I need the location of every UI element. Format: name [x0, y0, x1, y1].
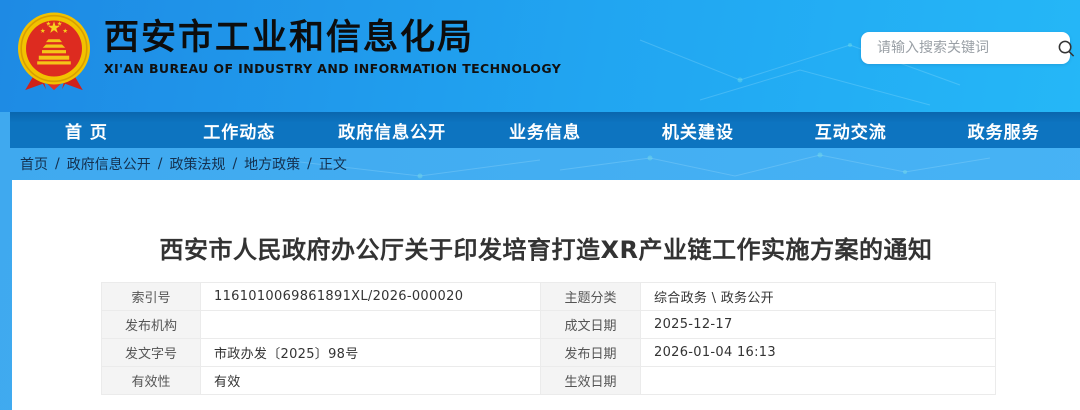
site-logo-title[interactable]: 西安市工业和信息化局 XI'AN BUREAU OF INDUSTRY AND …: [104, 18, 561, 76]
breadcrumb-local-policy[interactable]: 地方政策: [244, 154, 300, 174]
article-title: 西安市人民政府办公厅关于印发培育打造XR产业链工作实施方案的通知: [159, 236, 933, 264]
meta-label-doc-number: 发文字号: [101, 338, 201, 367]
meta-value-index-no: 1161010069861891XL/2026-000020: [200, 282, 541, 311]
meta-row: 发文字号 市政办发〔2025〕98号 发布日期 2026-01-04 16:13: [101, 338, 996, 367]
nav-item-gov-services[interactable]: 政务服务: [927, 112, 1080, 148]
meta-row: 有效性 有效 生效日期: [101, 366, 996, 395]
article-panel: 西安市人民政府办公厅关于印发培育打造XR产业链工作实施方案的通知 索引号 116…: [12, 180, 1080, 410]
breadcrumb-separator: /: [157, 156, 163, 172]
meta-label-issuing-agency: 发布机构: [101, 310, 201, 339]
breadcrumb-separator: /: [55, 156, 60, 172]
meta-label-publish-date: 发布日期: [540, 338, 641, 367]
nav-item-gov-info-disclosure[interactable]: 政府信息公开: [316, 112, 469, 148]
meta-value-issuing-agency: [200, 310, 541, 339]
search-icon[interactable]: [1057, 32, 1076, 64]
document-meta-table: 索引号 1161010069861891XL/2026-000020 主题分类 …: [101, 282, 996, 395]
site-search: [861, 32, 1075, 64]
meta-row: 发布机构 成文日期 2025-12-17: [101, 310, 996, 339]
nav-item-agency-building[interactable]: 机关建设: [621, 112, 774, 148]
nav-item-business-info[interactable]: 业务信息: [469, 112, 622, 148]
meta-row: 索引号 1161010069861891XL/2026-000020 主题分类 …: [101, 282, 996, 311]
meta-label-effective-date: 生效日期: [540, 366, 641, 395]
meta-value-topic-category: 综合政务 \ 政务公开: [640, 282, 996, 311]
breadcrumb-current: 正文: [318, 157, 347, 173]
breadcrumb-home[interactable]: 首页: [20, 154, 48, 174]
breadcrumb-policies[interactable]: 政策法规: [169, 154, 225, 174]
meta-value-validity: 有效: [200, 366, 541, 395]
meta-value-publish-date: 2026-01-04 16:13: [640, 338, 996, 367]
org-name-english: XI'AN BUREAU OF INDUSTRY AND INFORMATION…: [104, 61, 562, 77]
nav-item-home[interactable]: 首 页: [10, 112, 163, 148]
meta-value-written-date: 2025-12-17: [640, 310, 996, 339]
meta-label-topic-category: 主题分类: [540, 282, 641, 311]
nav-item-work-news[interactable]: 工作动态: [163, 112, 316, 148]
meta-value-effective-date: [640, 366, 996, 395]
nav-item-interaction[interactable]: 互动交流: [774, 112, 927, 148]
search-input[interactable]: [861, 40, 1057, 56]
breadcrumb-separator: /: [232, 156, 238, 172]
meta-value-doc-number: 市政办发〔2025〕98号: [200, 338, 541, 367]
meta-label-validity: 有效性: [101, 366, 201, 395]
site-header: 西安市工业和信息化局 XI'AN BUREAU OF INDUSTRY AND …: [0, 0, 1080, 112]
main-navigation: 首 页 工作动态 政府信息公开 业务信息 机关建设 互动交流 政务服务: [10, 112, 1080, 148]
org-name: 西安市工业和信息化局: [104, 18, 475, 58]
meta-label-index-no: 索引号: [101, 282, 201, 311]
breadcrumb: 首页 / 政府信息公开 / 政策法规 / 地方政策 / 正文: [0, 148, 1080, 180]
national-emblem-icon: [18, 12, 90, 91]
breadcrumb-separator: /: [307, 156, 312, 172]
meta-label-written-date: 成文日期: [540, 310, 641, 339]
breadcrumb-gov-info[interactable]: 政府信息公开: [67, 154, 151, 174]
